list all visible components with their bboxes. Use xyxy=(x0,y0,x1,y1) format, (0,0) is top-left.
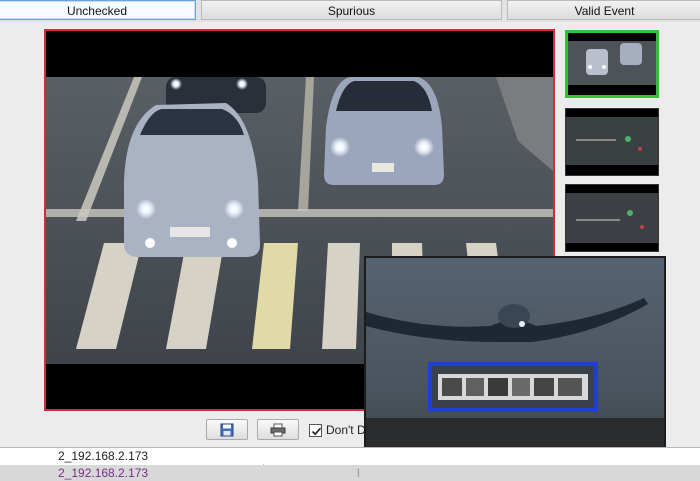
tab-unchecked[interactable]: Unchecked xyxy=(0,0,196,20)
dont-checkbox-row[interactable]: Don't D xyxy=(309,421,364,439)
thumbnail-3[interactable] xyxy=(565,184,659,252)
dont-checkbox[interactable] xyxy=(309,423,322,437)
thumbnail-2[interactable] xyxy=(565,108,659,176)
save-icon xyxy=(220,423,234,436)
event-table: 2_192.168.2.173 2_192.168.2.173 l xyxy=(0,447,700,481)
save-button[interactable] xyxy=(206,419,248,440)
tab-valid-event[interactable]: Valid Event xyxy=(507,0,700,20)
thumbnail-2-image xyxy=(566,109,658,175)
row-extra-cell: l xyxy=(357,466,360,480)
thumbnail-1-image xyxy=(568,33,656,95)
row-source-cell: 2_192.168.2.173 xyxy=(58,449,149,463)
table-row[interactable]: 2_192.168.2.173 l xyxy=(0,465,700,481)
tab-spurious[interactable]: Spurious xyxy=(201,0,502,20)
plate-zoom-image xyxy=(366,258,664,478)
row-source-cell: 2_192.168.2.173 xyxy=(58,466,149,480)
check-icon xyxy=(311,427,322,435)
print-icon xyxy=(270,423,286,436)
thumbnail-1[interactable] xyxy=(565,30,659,98)
table-row[interactable]: 2_192.168.2.173 xyxy=(0,448,700,464)
event-tabbar: Unchecked Spurious Valid Event xyxy=(0,0,700,22)
thumbnail-3-image xyxy=(566,185,658,251)
dont-checkbox-label: Don't D xyxy=(326,423,364,437)
print-button[interactable] xyxy=(257,419,299,440)
